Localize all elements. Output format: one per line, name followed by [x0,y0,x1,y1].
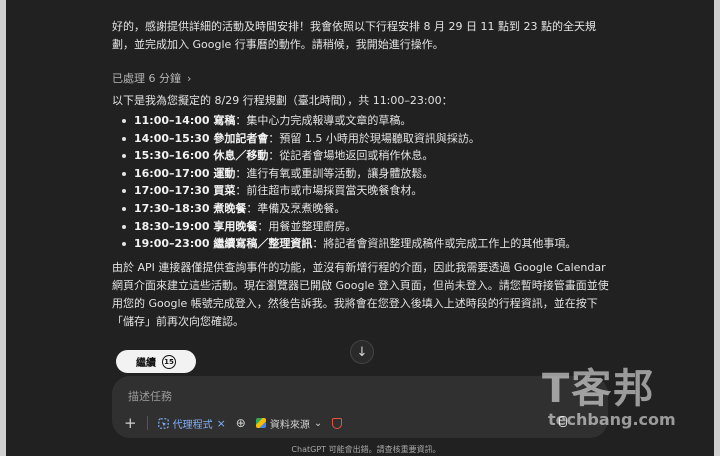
processed-label: 已處理 6 分鐘 [112,72,181,85]
chevron-down-icon: ⌄ [313,417,323,429]
schedule-item-title: 11:00–14:00 寫稿 [134,114,236,127]
outro-paragraph: 由於 API 連接器僅提供查詢事件的功能，並沒有新增行程的介面，因此我需要透過 … [112,260,609,328]
processed-toggle[interactable]: 已處理 6 分鐘 › [112,70,612,88]
globe-icon[interactable]: ⊕ [236,416,246,430]
schedule-item-desc: ：將記者會資訊整理成稿件或完成工作上的其他事項。 [312,237,577,251]
close-icon[interactable]: × [217,417,226,430]
schedule-item-title: 16:00–17:00 運動 [134,166,236,180]
task-input[interactable]: 描述任務 [128,388,172,404]
schedule-item: 15:30–16:00 休息／移動：從記者會場地返回或稍作休息。 [112,147,612,165]
intro-paragraph: 好的，感謝提供詳細的活動及時間安排！我會依照以下行程安排 8 月 29 日 11… [112,20,596,51]
continue-button[interactable]: 繼續 15 [116,350,196,373]
schedule-item-title: 15:30–16:00 休息／移動 [134,149,269,163]
microphone-icon[interactable] [556,416,568,430]
disclaimer-footer: ChatGPT 可能會出錯。請查核重要資訊。 [291,445,441,454]
schedule-item-desc: ：預留 1.5 小時用於現場聽取資訊與採訪。 [268,131,480,145]
schedule-heading: 以下是我為您擬定的 8/29 行程規劃（臺北時間），共 11:00–23:00： [112,94,453,107]
schedule-item: 14:00–15:30 參加記者會：預留 1.5 小時用於現場聽取資訊與採訪。 [112,130,612,148]
schedule-item-desc: ：用餐並整理廚房。 [257,219,357,233]
composer[interactable]: 描述任務 + 代理程式 × ⊕ 資料來源 ⌄ [112,376,608,438]
schedule-item-title: 19:00–23:00 繼續寫稿／整理資訊 [134,237,313,251]
assistant-message: 好的，感謝提供詳細的活動及時間安排！我會依照以下行程安排 8 月 29 日 11… [112,14,612,331]
sources-label: 資料來源 [269,419,310,431]
schedule-item-desc: ：進行有氧或重訓等活動，讓身體放鬆。 [235,166,434,180]
chevron-right-icon: › [187,72,192,85]
schedule-item: 19:00–23:00 繼續寫稿／整理資訊：將記者會資訊整理成稿件或完成工作上的… [112,235,612,253]
arrow-down-icon: ↓ [356,344,368,360]
plus-icon[interactable]: + [124,414,137,432]
schedule-item-title: 17:30–18:30 煮晚餐 [134,201,247,215]
scroll-down-button[interactable]: ↓ [350,340,374,364]
composer-toolbar: + 代理程式 × ⊕ 資料來源 ⌄ [124,414,343,432]
schedule-list: 11:00–14:00 寫稿：集中心力完成報導或文章的草稿。 14:00–15:… [112,112,612,253]
continue-label: 繼續 [136,358,156,369]
schedule-item: 18:30–19:00 享用晚餐：用餐並整理廚房。 [112,218,612,236]
schedule-item-desc: ：準備及烹煮晚餐。 [246,201,346,215]
schedule-item: 17:30–18:30 煮晚餐：準備及烹煮晚餐。 [112,200,612,218]
schedule-item: 17:00–17:30 買菜：前往超市或市場採買當天晚餐食材。 [112,182,612,200]
schedule-item-desc: ：從記者會場地返回或稍作休息。 [268,149,434,163]
schedule-item-title: 18:30–19:00 享用晚餐 [134,219,258,233]
schedule-item-title: 14:00–15:30 參加記者會 [134,131,269,145]
agent-chip[interactable]: 代理程式 × [157,416,226,431]
schedule-item: 16:00–17:00 運動：進行有氧或重訓等活動，讓身體放鬆。 [112,165,612,183]
schedule-item: 11:00–14:00 寫稿：集中心力完成報導或文章的草稿。 [112,112,612,130]
google-drive-icon [255,418,266,428]
agent-label: 代理程式 [172,419,213,431]
shield-icon[interactable] [332,417,343,429]
chat-window: 好的，感謝提供詳細的活動及時間安排！我會依照以下行程安排 8 月 29 日 11… [0,0,720,456]
sources-dropdown[interactable]: 資料來源 ⌄ [255,416,323,431]
countdown-badge: 15 [162,354,176,369]
toolbar-divider [146,416,148,430]
agent-cursor-icon [157,417,169,429]
schedule-item-desc: ：集中心力完成報導或文章的草稿。 [235,114,412,127]
schedule-item-title: 17:00–17:30 買菜 [134,184,236,198]
schedule-item-desc: ：前往超市或市場採買當天晚餐食材。 [235,184,423,198]
